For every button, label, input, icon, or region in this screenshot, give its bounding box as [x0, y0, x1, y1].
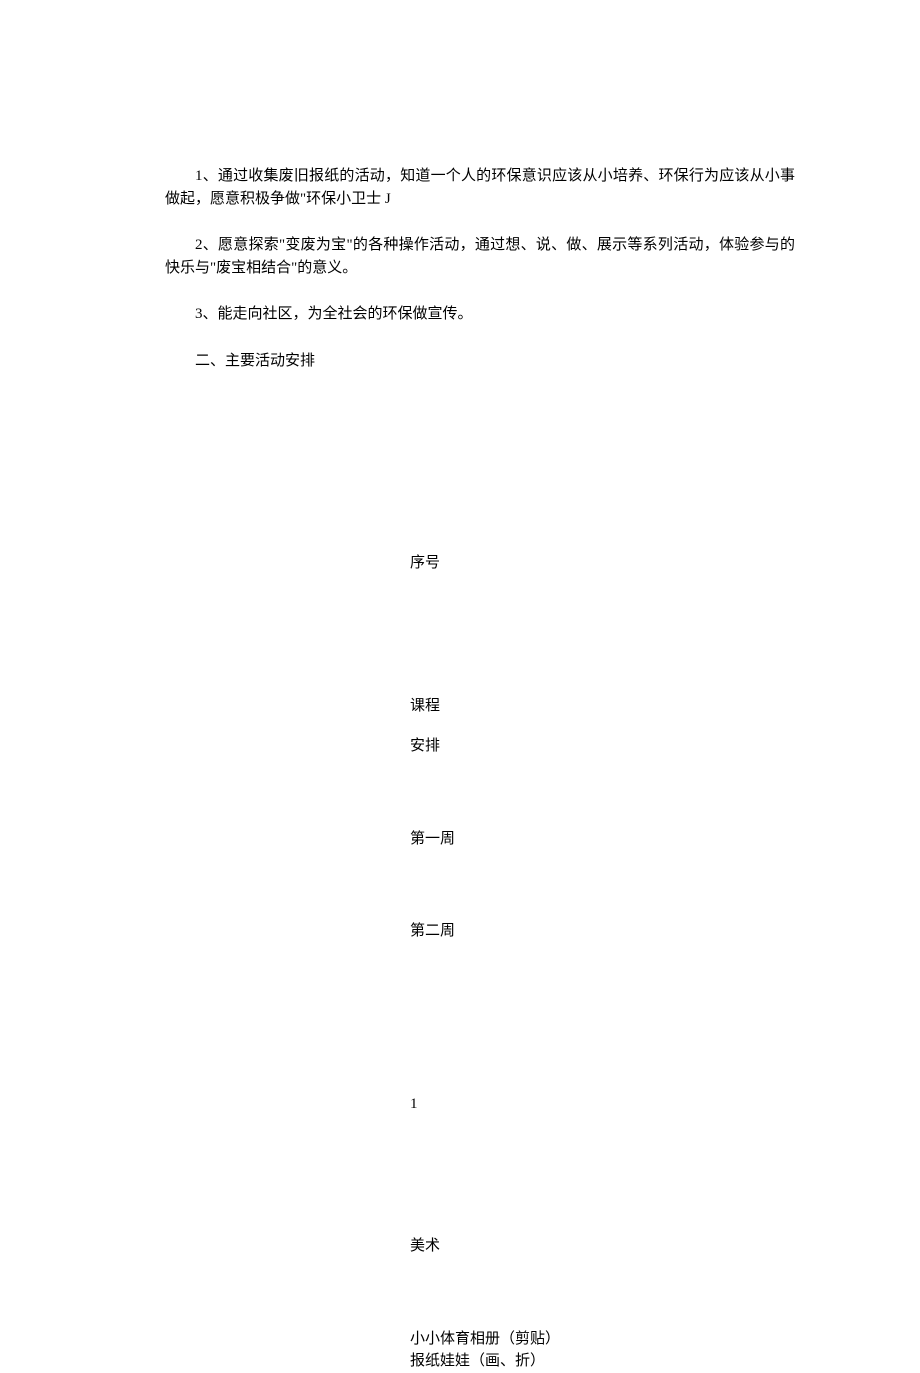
list-header-serial: 序号 — [165, 552, 795, 575]
list-activity-1: 小小体育相册（剪贴） — [165, 1328, 795, 1351]
list-header-arrange: 安排 — [165, 735, 795, 758]
paragraph-3: 3、能走向社区，为全社会的环保做宣传。 — [165, 303, 795, 326]
list-header-course: 课程 — [165, 695, 795, 718]
list-row-number: 1 — [165, 1093, 795, 1116]
list-week-2: 第二周 — [165, 920, 795, 943]
list-activity-2: 报纸娃娃（画、折） — [165, 1350, 795, 1373]
paragraph-4: 二、主要活动安排 — [165, 350, 795, 373]
list-week-1: 第一周 — [165, 828, 795, 851]
list-subject-art: 美术 — [165, 1235, 795, 1258]
paragraph-2: 2、愿意探索"变废为宝"的各种操作活动，通过想、说、做、展示等系列活动，体验参与… — [165, 234, 795, 279]
paragraph-1: 1、通过收集废旧报纸的活动，知道一个人的环保意识应该从小培养、环保行为应该从小事… — [165, 165, 795, 210]
